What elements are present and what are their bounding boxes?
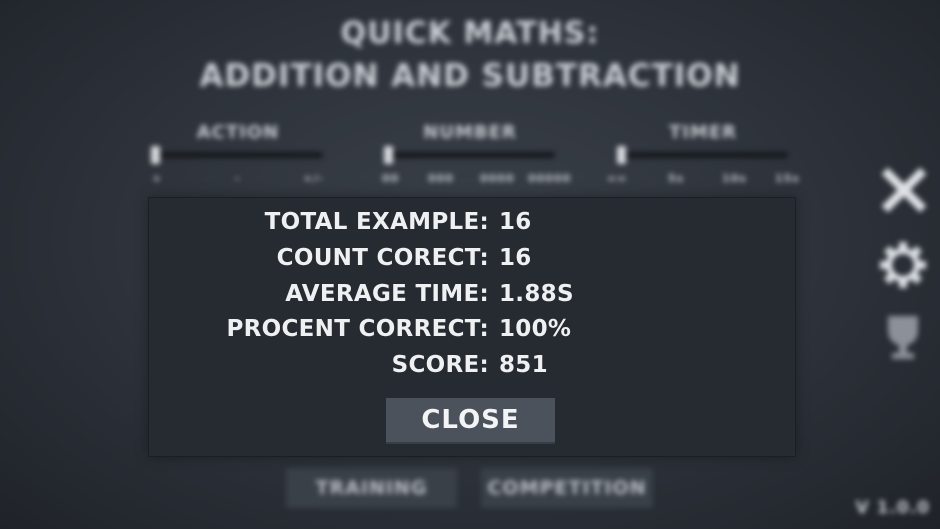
number-label: NUMBER [423, 122, 517, 143]
stat-row-score: SCORE: 851 [149, 346, 795, 380]
action-tick: +/- [303, 172, 324, 185]
number-tick: 00000 [528, 172, 572, 185]
timer-slider-thumb[interactable] [617, 146, 626, 164]
game-screen: QUICK MATHS: ADDITION AND SUBTRACTION AC… [0, 0, 940, 529]
stat-row-average-time: AVERAGE TIME: 1.88S [149, 275, 795, 309]
stat-value: 1.88S [499, 281, 574, 307]
stat-value: 851 [499, 352, 548, 378]
timer-label: TIMER [668, 122, 738, 143]
stat-value: 16 [499, 209, 532, 235]
competition-button[interactable]: COMPETITION [481, 468, 653, 508]
action-slider-track[interactable] [153, 152, 323, 158]
stat-row-percent-correct: PROCENT CORRECT: 100% [149, 310, 795, 344]
training-button[interactable]: TRAINING [286, 468, 457, 508]
number-tick: 0000 [480, 172, 515, 185]
number-slider-thumb[interactable] [384, 146, 393, 164]
stat-row-total-example: TOTAL EXAMPLE: 16 [149, 203, 795, 237]
action-label: ACTION [196, 122, 280, 143]
number-tick: 000 [428, 172, 454, 185]
timer-tick: 5s [668, 172, 685, 185]
close-icon[interactable] [880, 166, 928, 214]
timer-tick: ∞∞ [607, 172, 628, 185]
action-tick: - [235, 172, 241, 185]
game-title-line2: ADDITION AND SUBTRACTION [199, 58, 741, 94]
close-button[interactable]: CLOSE [386, 398, 555, 444]
number-tick: 00 [382, 172, 400, 185]
stat-label: TOTAL EXAMPLE: [264, 209, 489, 235]
results-dialog: TOTAL EXAMPLE: 16 COUNT CORECT: 16 AVERA… [148, 197, 796, 457]
stat-value: 16 [499, 245, 532, 271]
action-tick: + [152, 172, 163, 185]
game-title-line1: QUICK MATHS: [340, 16, 600, 51]
number-slider-track[interactable] [385, 152, 555, 158]
timer-tick: 10s [722, 172, 747, 185]
timer-tick: 15s [775, 172, 800, 185]
stat-value: 100% [499, 316, 572, 342]
stat-label: AVERAGE TIME: [285, 281, 489, 307]
stat-label: PROCENT CORRECT: [226, 316, 489, 342]
stat-row-count-correct: COUNT CORECT: 16 [149, 239, 795, 273]
gear-icon[interactable] [878, 240, 928, 290]
stat-label: COUNT CORECT: [276, 245, 489, 271]
timer-slider-track[interactable] [618, 152, 788, 158]
version-label: V 1.0.0 [855, 498, 930, 518]
action-slider-thumb[interactable] [151, 146, 160, 164]
stat-label: SCORE: [391, 352, 489, 378]
trophy-icon[interactable] [880, 312, 926, 362]
